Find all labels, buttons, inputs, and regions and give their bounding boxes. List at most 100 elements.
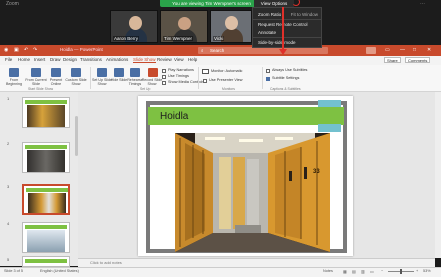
show-media-controls-checkbox[interactable] — [162, 81, 166, 85]
menu-divider — [253, 19, 321, 20]
slideshow-view-icon[interactable]: ▭ — [370, 269, 374, 274]
group-label-monitors: Monitors — [222, 87, 236, 91]
menu-item-annotate[interactable]: Annotate — [258, 30, 276, 35]
document-title: Hoidla — PowerPoint — [60, 47, 103, 52]
hide-slide-icon[interactable] — [114, 68, 124, 77]
ribbon-display-icon[interactable]: ▭ — [385, 47, 390, 53]
tab-draw[interactable]: Draw — [50, 57, 61, 62]
record-icon[interactable] — [148, 68, 158, 77]
play-narrations-label: Play Narrations — [168, 68, 194, 72]
custom-slide-show-button[interactable]: Custom Slide Show — [65, 78, 87, 86]
undo-icon[interactable]: ↶ — [24, 47, 28, 53]
participant-name: Aaron Berry — [113, 36, 140, 41]
slide-thumbnail[interactable] — [22, 222, 70, 253]
close-icon[interactable]: ✕ — [427, 47, 431, 53]
always-use-subtitles-checkbox[interactable] — [266, 69, 270, 73]
participant-face — [129, 16, 142, 30]
view-options-button[interactable]: View Options — [254, 0, 294, 7]
annotation-arrow — [282, 7, 284, 52]
autosave-icon[interactable]: ◉ — [4, 47, 8, 53]
monitor-dropdown[interactable]: Monitor: Automatic — [211, 69, 242, 73]
more-options-icon[interactable]: ⋯ — [420, 1, 426, 7]
slide-number: 3 — [7, 184, 10, 189]
group-label-setup: Set Up — [140, 87, 151, 91]
use-timings-checkbox[interactable] — [162, 75, 166, 79]
participant-video-tile[interactable]: Aaron Berry — [110, 10, 158, 43]
set-up-icon[interactable] — [97, 68, 107, 77]
slide-thumbnail[interactable] — [22, 97, 70, 128]
tab-review[interactable]: Review — [157, 57, 172, 62]
presenter-view-checkbox[interactable] — [203, 79, 207, 83]
tab-file[interactable]: File — [5, 57, 12, 62]
editor-scrollbar[interactable] — [435, 92, 441, 258]
account-avatar[interactable] — [366, 47, 376, 54]
participant-face — [225, 16, 238, 30]
ribbon-divider — [198, 67, 199, 89]
slide-number: 1 — [7, 96, 10, 101]
search-box[interactable]: ⌕ Search — [198, 47, 328, 54]
zoom-window-title: Zoom — [6, 1, 19, 7]
notes-pane[interactable] — [78, 258, 435, 267]
tab-animations[interactable]: Animations — [106, 57, 128, 62]
subtitle-settings-dropdown[interactable]: Subtitle Settings — [272, 76, 299, 80]
redo-icon[interactable]: ↷ — [33, 47, 37, 53]
slide-number: 5 — [7, 257, 10, 262]
participant-face — [178, 17, 191, 30]
reading-view-icon[interactable]: ▥ — [361, 269, 365, 274]
ribbon-divider — [262, 67, 263, 89]
from-beginning-icon[interactable] — [9, 68, 19, 77]
slide-thumbnail-selected[interactable] — [22, 184, 70, 215]
zoom-level[interactable]: 53% — [423, 269, 431, 273]
search-icon: ⌕ — [201, 48, 204, 53]
slide-photo[interactable]: 33 — [175, 133, 330, 252]
tab-insert[interactable]: Insert — [34, 57, 45, 62]
screen: Zoom You are viewing Tim Wempner's scree… — [0, 0, 441, 277]
language-indicator[interactable]: English (United States) — [40, 269, 79, 273]
slide-number: 2 — [7, 141, 10, 146]
save-icon[interactable]: ▣ — [14, 47, 19, 53]
tab-view[interactable]: View — [174, 57, 184, 62]
tab-transitions[interactable]: Transitions — [80, 57, 102, 62]
custom-slide-show-icon[interactable] — [71, 68, 81, 77]
annotation-arrow-head — [279, 49, 287, 55]
from-current-slide-icon[interactable] — [31, 68, 41, 77]
maximize-icon[interactable]: □ — [413, 47, 416, 53]
menu-item-zoom-ratio[interactable]: Zoom Ratio — [258, 12, 281, 17]
play-narrations-checkbox[interactable] — [162, 69, 166, 73]
tab-slide-show[interactable]: Slide Show — [133, 57, 156, 63]
slide-title[interactable]: Hoidla — [160, 111, 188, 122]
from-current-slide-button[interactable]: From Current Slide — [25, 78, 47, 86]
menu-item-submenu-hint: Fit to Window — [290, 12, 318, 17]
zoom-in-icon[interactable]: + — [416, 269, 418, 273]
share-button[interactable]: Share — [384, 57, 401, 63]
locker-number: 33 — [313, 169, 320, 175]
tab-help[interactable]: Help — [188, 57, 197, 62]
view-options-menu: Zoom Ratio Fit to Window Request Remote … — [252, 7, 322, 48]
participant-video-tile[interactable]: Tim Wempner — [160, 10, 208, 43]
menu-item-side-by-side[interactable]: Side-by-side mode — [258, 40, 296, 45]
participant-video-tile[interactable]: Vicki — [210, 10, 252, 43]
minimize-icon[interactable]: — — [400, 47, 405, 53]
present-online-icon[interactable] — [51, 68, 61, 77]
comments-button[interactable]: Comments — [405, 57, 431, 63]
slide-thumbnail[interactable] — [22, 256, 70, 267]
notes-toggle[interactable]: Notes — [323, 269, 333, 273]
search-placeholder: Search — [210, 48, 225, 53]
menu-divider — [253, 37, 321, 38]
from-beginning-button[interactable]: From Beginning — [3, 78, 25, 86]
group-label-captions: Captions & Subtitles — [270, 87, 301, 91]
normal-view-icon[interactable]: ▦ — [343, 269, 347, 274]
slide-sorter-icon[interactable]: ▤ — [352, 269, 356, 274]
slide-counter: Slide 3 of 5 — [4, 269, 23, 273]
tab-home[interactable]: Home — [18, 57, 30, 62]
present-online-button[interactable]: Present Online — [45, 78, 67, 86]
tab-design[interactable]: Design — [63, 57, 77, 62]
record-slide-show-button[interactable]: Record Slide Show — [141, 78, 163, 86]
participant-name: Vicki — [213, 36, 225, 41]
zoom-out-icon[interactable]: − — [381, 269, 383, 273]
group-label-start: Start Slide Show — [28, 87, 54, 91]
zoom-slider-thumb[interactable] — [400, 269, 402, 274]
slide-number: 4 — [7, 221, 10, 226]
slide-thumbnail[interactable] — [22, 142, 70, 173]
rehearse-timings-icon[interactable] — [130, 68, 140, 77]
